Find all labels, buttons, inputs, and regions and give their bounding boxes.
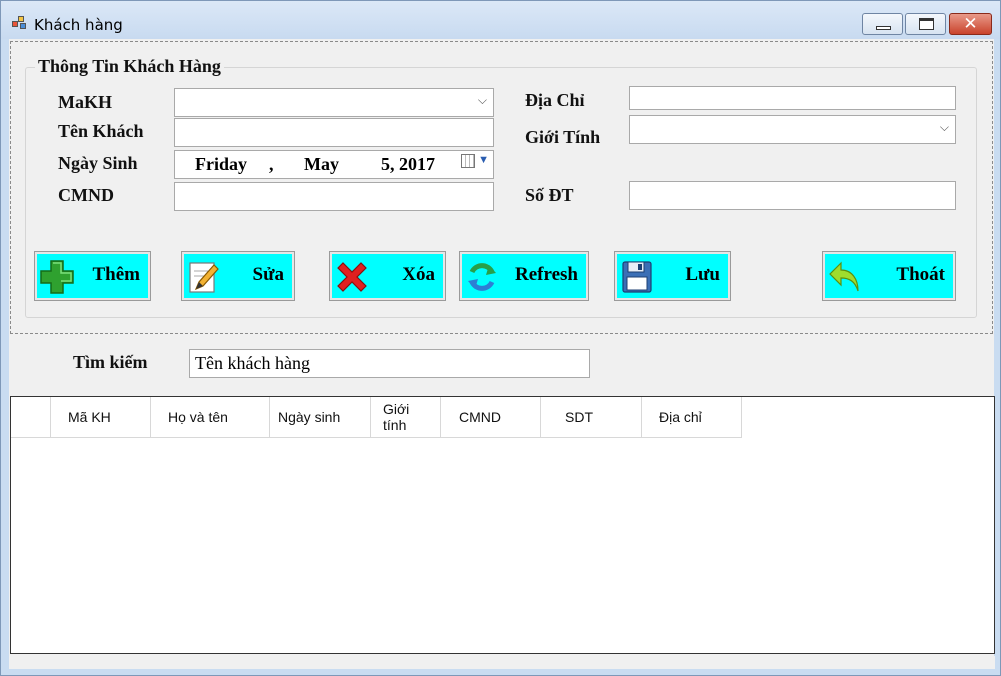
column-ma-kh[interactable]: Mã KH — [51, 397, 151, 438]
date-month: May — [304, 154, 339, 174]
them-button[interactable]: Thêm — [34, 251, 151, 301]
customer-grid[interactable]: Mã KH Họ và tên Ngày sinh Giới tính CMND… — [10, 396, 995, 654]
them-label: Thêm — [92, 264, 141, 285]
refresh-icon — [468, 263, 496, 291]
column-cmnd[interactable]: CMND — [441, 397, 541, 438]
minimize-button[interactable] — [862, 13, 903, 35]
column-gioi-tinh[interactable]: Giới tính — [371, 397, 441, 438]
luu-label: Lưu — [685, 264, 720, 285]
floppy-disk-icon — [622, 261, 652, 293]
bottom-strip — [10, 656, 995, 669]
cmnd-label: CMND — [58, 185, 114, 205]
row-header-column[interactable] — [11, 397, 51, 438]
refresh-button[interactable]: Refresh — [459, 251, 589, 301]
window-title: Khách hàng — [34, 16, 123, 34]
minimize-icon — [876, 26, 891, 30]
so-dt-label: Số ĐT — [525, 185, 574, 205]
sua-button[interactable]: Sửa — [181, 251, 295, 301]
x-icon — [337, 262, 367, 292]
makh-combo[interactable]: ⌵ — [174, 88, 494, 117]
date-separator: , — [269, 154, 274, 174]
gioi-tinh-label: Giới Tính — [525, 127, 601, 147]
thoat-label: Thoát — [896, 264, 945, 285]
so-dt-input[interactable] — [629, 181, 956, 210]
column-sdt[interactable]: SDT — [541, 397, 642, 438]
client-area: Thông Tin Khách Hàng MaKH ⌵ Tên Khách Ng… — [9, 39, 995, 669]
chevron-down-icon: ⌵ — [939, 120, 949, 134]
column-ngay-sinh[interactable]: Ngày sinh — [270, 397, 371, 438]
luu-button[interactable]: Lưu — [614, 251, 731, 301]
ngay-sinh-label: Ngày Sinh — [58, 153, 138, 173]
sua-label: Sửa — [252, 264, 284, 285]
thoat-button[interactable]: Thoát — [822, 251, 956, 301]
column-ho-va-ten[interactable]: Họ và tên — [151, 397, 270, 438]
column-dia-chi[interactable]: Địa chỉ — [642, 397, 742, 438]
back-arrow-icon — [829, 261, 859, 292]
date-weekday: Friday — [195, 154, 247, 174]
plus-icon — [40, 260, 74, 294]
chevron-down-icon[interactable]: ▼ — [478, 154, 489, 166]
gioi-tinh-combo[interactable]: ⌵ — [629, 115, 956, 144]
xoa-button[interactable]: Xóa — [329, 251, 446, 301]
maximize-icon — [919, 18, 934, 30]
app-window-icon — [12, 16, 28, 30]
makh-label: MaKH — [58, 92, 112, 112]
cmnd-input[interactable] — [174, 182, 494, 211]
group-title: Thông Tin Khách Hàng — [35, 56, 224, 77]
ngay-sinh-datepicker[interactable]: Friday , May 5, 2017 ▼ — [174, 150, 494, 179]
search-input[interactable]: Tên khách hàng — [189, 349, 590, 378]
search-label: Tìm kiếm — [73, 352, 148, 372]
ten-khach-label: Tên Khách — [58, 121, 144, 141]
ten-khach-input[interactable] — [174, 118, 494, 147]
grid-header: Mã KH Họ và tên Ngày sinh Giới tính CMND… — [11, 397, 742, 438]
dia-chi-label: Địa Chỉ — [525, 90, 585, 110]
close-button[interactable]: ✕ — [949, 13, 992, 35]
chevron-down-icon: ⌵ — [477, 93, 487, 107]
title-bar[interactable]: Khách hàng ✕ — [1, 1, 1000, 39]
maximize-button[interactable] — [905, 13, 946, 35]
pencil-icon — [189, 262, 219, 293]
xoa-label: Xóa — [402, 264, 435, 285]
close-icon: ✕ — [963, 14, 978, 33]
date-day-year: 5, 2017 — [381, 154, 435, 174]
app-window: Khách hàng ✕ Thông Tin Khách Hàng MaKH ⌵… — [0, 0, 1001, 676]
refresh-label: Refresh — [515, 264, 578, 285]
dia-chi-input[interactable] — [629, 86, 956, 110]
calendar-icon[interactable] — [461, 154, 475, 168]
